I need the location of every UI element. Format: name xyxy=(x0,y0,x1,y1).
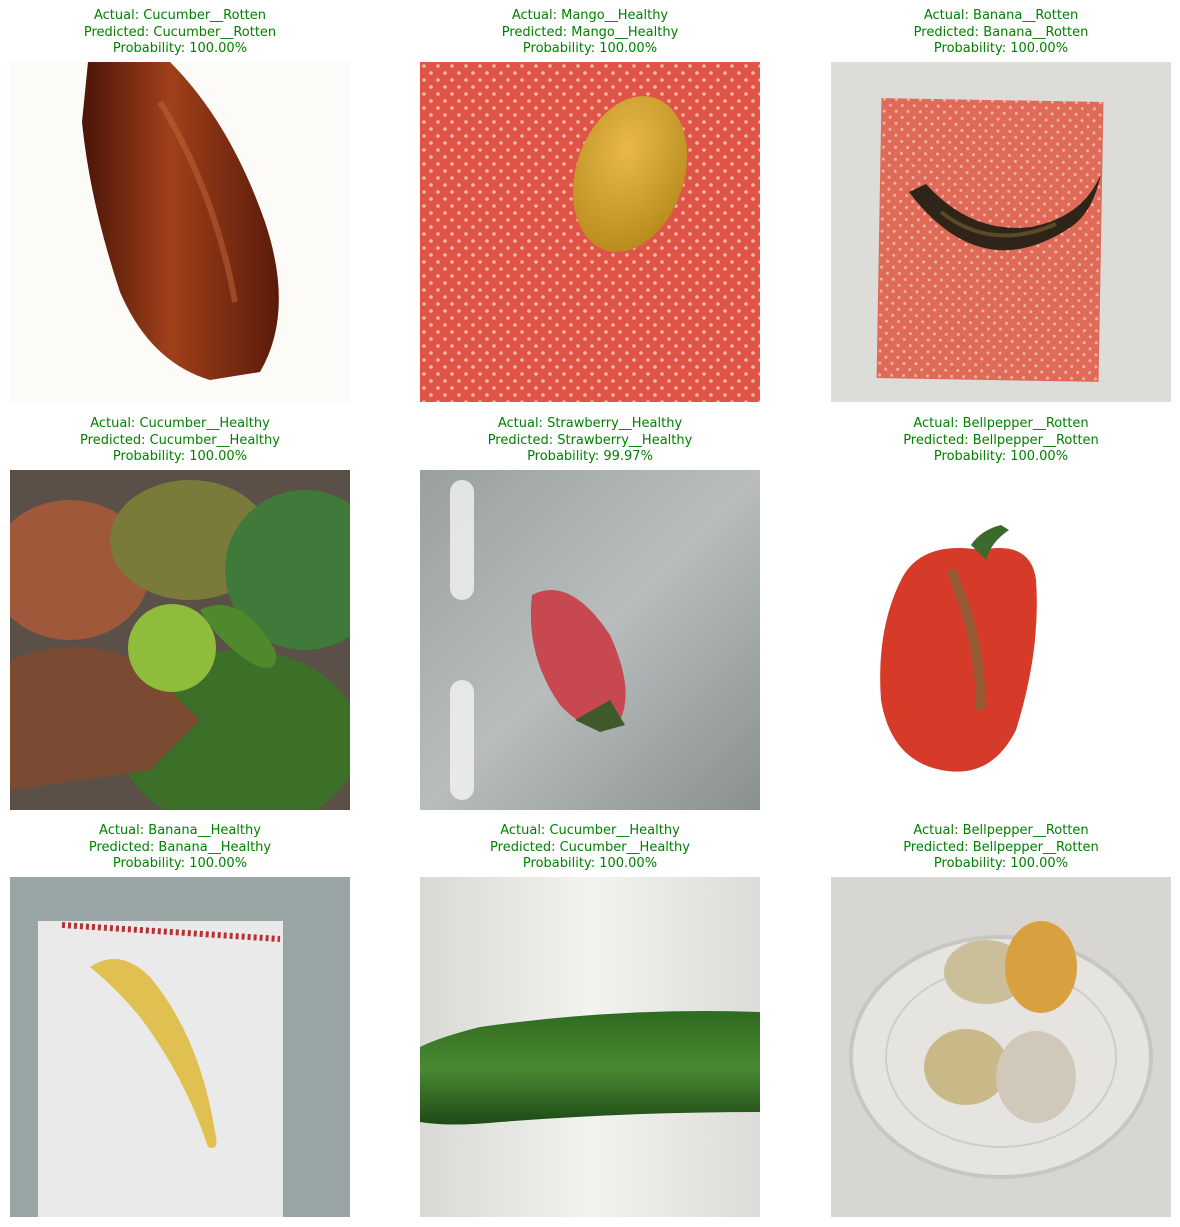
predicted-label: Predicted: Banana__Healthy xyxy=(88,839,272,855)
predicted-label: Predicted: Cucumber__Healthy xyxy=(490,839,690,855)
actual-label: Actual: Bellpepper__Rotten xyxy=(913,416,1089,431)
probability-label: Probability: 100.00% xyxy=(933,856,1069,871)
probability-label: Probability: 100.00% xyxy=(933,449,1069,464)
panel-caption: Actual: Bellpepper__Rotten Predicted: Be… xyxy=(791,416,1180,466)
predicted-label: Predicted: Bellpepper__Rotten xyxy=(903,432,1099,448)
probability-label: Probability: 100.00% xyxy=(112,41,248,56)
probability-label: Probability: 100.00% xyxy=(933,41,1069,56)
rotten-bellpepper-plate-image xyxy=(831,877,1171,1217)
healthy-banana-image xyxy=(10,877,350,1217)
probability-label: Probability: 100.00% xyxy=(112,449,248,464)
actual-label: Actual: Mango__Healthy xyxy=(511,8,669,23)
rotten-cucumber-image xyxy=(10,62,350,402)
panel-caption: Actual: Strawberry__Healthy Predicted: S… xyxy=(380,416,800,466)
healthy-mango-image xyxy=(420,62,760,402)
predicted-label: Predicted: Bellpepper__Rotten xyxy=(903,839,1099,855)
panel-caption: Actual: Cucumber__Rotten Predicted: Cucu… xyxy=(0,8,390,58)
predicted-label: Predicted: Cucumber__Healthy xyxy=(80,432,280,448)
actual-label: Actual: Banana__Healthy xyxy=(99,823,261,838)
healthy-strawberry-image xyxy=(420,470,760,810)
panel-caption: Actual: Bellpepper__Rotten Predicted: Be… xyxy=(791,823,1180,873)
panel-caption: Actual: Mango__Healthy Predicted: Mango_… xyxy=(380,8,800,58)
probability-label: Probability: 99.97% xyxy=(527,449,653,464)
predicted-label: Predicted: Mango__Healthy xyxy=(501,24,679,40)
predicted-label: Predicted: Cucumber__Rotten xyxy=(83,24,277,40)
actual-label: Actual: Cucumber__Healthy xyxy=(90,416,270,431)
panel-caption: Actual: Banana__Rotten Predicted: Banana… xyxy=(791,8,1180,58)
panel-caption: Actual: Cucumber__Healthy Predicted: Cuc… xyxy=(0,416,390,466)
actual-label: Actual: Banana__Rotten xyxy=(923,8,1079,23)
panel-caption: Actual: Cucumber__Healthy Predicted: Cuc… xyxy=(380,823,800,873)
probability-label: Probability: 100.00% xyxy=(522,41,658,56)
actual-label: Actual: Cucumber__Rotten xyxy=(93,8,267,23)
actual-label: Actual: Bellpepper__Rotten xyxy=(913,823,1089,838)
actual-label: Actual: Strawberry__Healthy xyxy=(497,416,683,431)
healthy-cucumber-market-image xyxy=(10,470,350,810)
probability-label: Probability: 100.00% xyxy=(522,856,658,871)
predicted-label: Predicted: Strawberry__Healthy xyxy=(487,432,693,448)
healthy-cucumber-image xyxy=(420,877,760,1217)
actual-label: Actual: Cucumber__Healthy xyxy=(500,823,680,838)
predicted-label: Predicted: Banana__Rotten xyxy=(913,24,1089,40)
panel-caption: Actual: Banana__Healthy Predicted: Banan… xyxy=(0,823,390,873)
rotten-bellpepper-image xyxy=(831,470,1171,810)
probability-label: Probability: 100.00% xyxy=(112,856,248,871)
rotten-banana-image xyxy=(831,62,1171,402)
